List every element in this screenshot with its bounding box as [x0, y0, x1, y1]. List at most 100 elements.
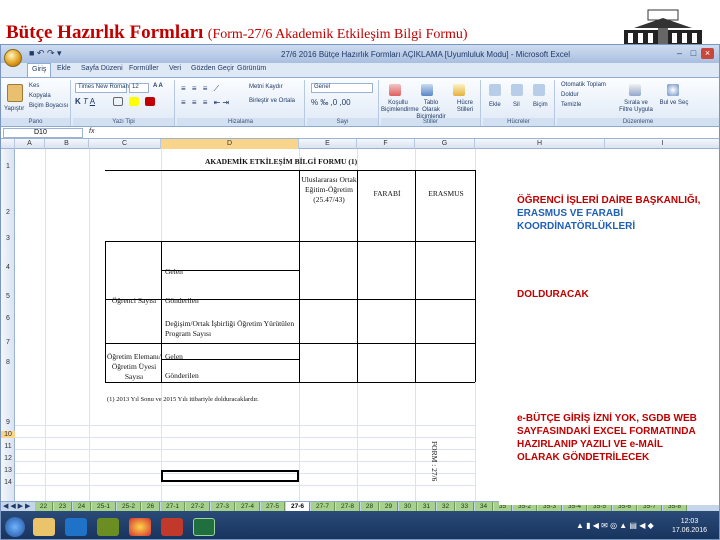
wrap-text-button[interactable]: Metni Kaydır: [249, 84, 283, 90]
close-icon[interactable]: ×: [701, 48, 714, 59]
row-header[interactable]: 5: [1, 293, 15, 300]
tab-page-layout[interactable]: Sayfa Düzeni: [81, 65, 123, 72]
tab-data[interactable]: Veri: [169, 65, 181, 72]
sheet-tab[interactable]: 32: [437, 502, 455, 511]
row-header[interactable]: 7: [1, 339, 15, 346]
tab-home[interactable]: Giriş: [27, 63, 52, 77]
format-cells-button[interactable]: Biçim: [533, 102, 548, 108]
sheet-tab[interactable]: 27-7: [311, 502, 335, 511]
column-header[interactable]: B: [45, 139, 89, 149]
delete-cells-button[interactable]: Sil: [513, 102, 520, 108]
column-header[interactable]: I: [605, 139, 719, 149]
column-header[interactable]: C: [89, 139, 161, 149]
sheet-tab[interactable]: 28: [361, 502, 379, 511]
ie-icon[interactable]: [65, 518, 87, 536]
column-header[interactable]: D: [161, 139, 299, 149]
column-header[interactable]: A: [15, 139, 45, 149]
excel-taskbar-icon[interactable]: [193, 518, 215, 536]
sheet-tab[interactable]: 29: [380, 502, 398, 511]
paste-button[interactable]: Yapıştır: [4, 106, 24, 112]
font-name-select[interactable]: Times New Roman: [75, 83, 129, 93]
row-header[interactable]: 9: [1, 419, 15, 426]
explorer-icon[interactable]: [33, 518, 55, 536]
row-header[interactable]: 14: [1, 479, 15, 486]
borders-icon[interactable]: [113, 97, 123, 106]
row-header[interactable]: 10: [1, 431, 15, 438]
system-tray[interactable]: ▲ ▮ ◀ ✉ ◎ ▲ ▤ ◀ ◆: [576, 521, 654, 530]
fx-label[interactable]: fx: [89, 128, 94, 135]
clear-button[interactable]: Temizle: [561, 102, 581, 108]
tab-insert[interactable]: Ekle: [57, 65, 71, 72]
sheet-tab[interactable]: 25-2: [117, 502, 141, 511]
sheet-tab[interactable]: 27-6: [286, 502, 310, 511]
cell-styles-button[interactable]: Hücre Stilleri: [449, 100, 481, 114]
find-select-button[interactable]: Bul ve Seç: [657, 100, 691, 107]
name-box[interactable]: D10: [3, 128, 83, 138]
sheet-tab[interactable]: 23: [54, 502, 72, 511]
fill-button[interactable]: Doldur: [561, 92, 579, 98]
paste-icon[interactable]: [7, 84, 23, 102]
table-format-icon[interactable]: [421, 84, 433, 96]
conditional-format-icon[interactable]: [389, 84, 401, 96]
sheet-tab[interactable]: 27-5: [261, 502, 285, 511]
copy-button[interactable]: Kopyala: [29, 93, 51, 99]
number-format-icons[interactable]: % ‰ ,0 ,00: [311, 98, 351, 107]
quick-access-toolbar[interactable]: ■ ↶ ↷ ▾: [29, 48, 62, 59]
autosum-button[interactable]: Otomatik Toplam: [561, 82, 606, 88]
maximize-icon[interactable]: □: [687, 48, 700, 59]
minimize-icon[interactable]: –: [673, 48, 686, 59]
active-cell-d10[interactable]: [161, 470, 299, 482]
align-h-icons[interactable]: ≡ ≡ ≡ ⇤⇥: [181, 98, 231, 107]
font-size-select[interactable]: 12: [129, 83, 149, 93]
tab-view[interactable]: Görünüm: [237, 65, 266, 72]
start-button[interactable]: [5, 517, 25, 537]
pdf-icon[interactable]: [161, 518, 183, 536]
row-header[interactable]: 3: [1, 235, 15, 242]
fill-color-icon[interactable]: [129, 97, 139, 106]
sheet-tab[interactable]: 27-2: [186, 502, 210, 511]
cut-button[interactable]: Kes: [29, 83, 39, 89]
merge-center-button[interactable]: Birleştir ve Ortala: [249, 98, 295, 104]
media-icon[interactable]: [97, 518, 119, 536]
delete-cells-icon[interactable]: [511, 84, 523, 96]
column-header[interactable]: F: [357, 139, 415, 149]
sort-filter-button[interactable]: Sırala ve Filtre Uygula: [617, 100, 655, 114]
sheet-nav-arrows[interactable]: ◀ ◀ ▶ ▶: [3, 502, 30, 511]
format-painter-button[interactable]: Biçim Boyacısı: [29, 103, 68, 109]
font-color-icon[interactable]: [145, 97, 155, 106]
taskbar-clock[interactable]: 12:03 17.06.2016: [672, 517, 707, 535]
sheet-tab[interactable]: 24: [73, 502, 91, 511]
conditional-format-button[interactable]: Koşullu Biçimlendirme: [381, 100, 419, 114]
sheet-tab[interactable]: 33: [456, 502, 474, 511]
align-icons[interactable]: ≡ ≡ ≡ ⟋: [181, 84, 221, 94]
sheet-tab[interactable]: 27-3: [211, 502, 235, 511]
sheet-tab[interactable]: 34: [475, 502, 493, 511]
sort-filter-icon[interactable]: [629, 84, 641, 96]
sheet-tab[interactable]: 30: [399, 502, 417, 511]
row-header[interactable]: 6: [1, 315, 15, 322]
number-format-select[interactable]: Genel: [311, 83, 373, 93]
sheet-tab[interactable]: 26: [142, 502, 160, 511]
column-header[interactable]: E: [299, 139, 357, 149]
font-style-icons[interactable]: K T A: [75, 97, 95, 106]
row-header[interactable]: 8: [1, 359, 15, 366]
row-header[interactable]: 13: [1, 467, 15, 474]
insert-cells-button[interactable]: Ekle: [489, 102, 501, 108]
grow-font-icon[interactable]: A A: [153, 83, 163, 89]
sheet-tab[interactable]: 31: [418, 502, 436, 511]
insert-cells-icon[interactable]: [489, 84, 501, 96]
row-header[interactable]: 11: [1, 443, 15, 450]
chrome-icon[interactable]: [129, 518, 151, 536]
row-header[interactable]: 4: [1, 264, 15, 271]
cell-styles-icon[interactable]: [453, 84, 465, 96]
sheet-tab[interactable]: 27-1: [161, 502, 185, 511]
tab-review[interactable]: Gözden Geçir: [191, 65, 234, 72]
sheet-tab[interactable]: 22: [35, 502, 53, 511]
row-header[interactable]: 12: [1, 455, 15, 462]
column-header[interactable]: H: [475, 139, 605, 149]
find-select-icon[interactable]: [667, 84, 679, 96]
sheet-tab[interactable]: 25-1: [92, 502, 116, 511]
format-cells-icon[interactable]: [533, 84, 545, 96]
select-all-corner[interactable]: [1, 139, 15, 149]
column-header[interactable]: G: [415, 139, 475, 149]
